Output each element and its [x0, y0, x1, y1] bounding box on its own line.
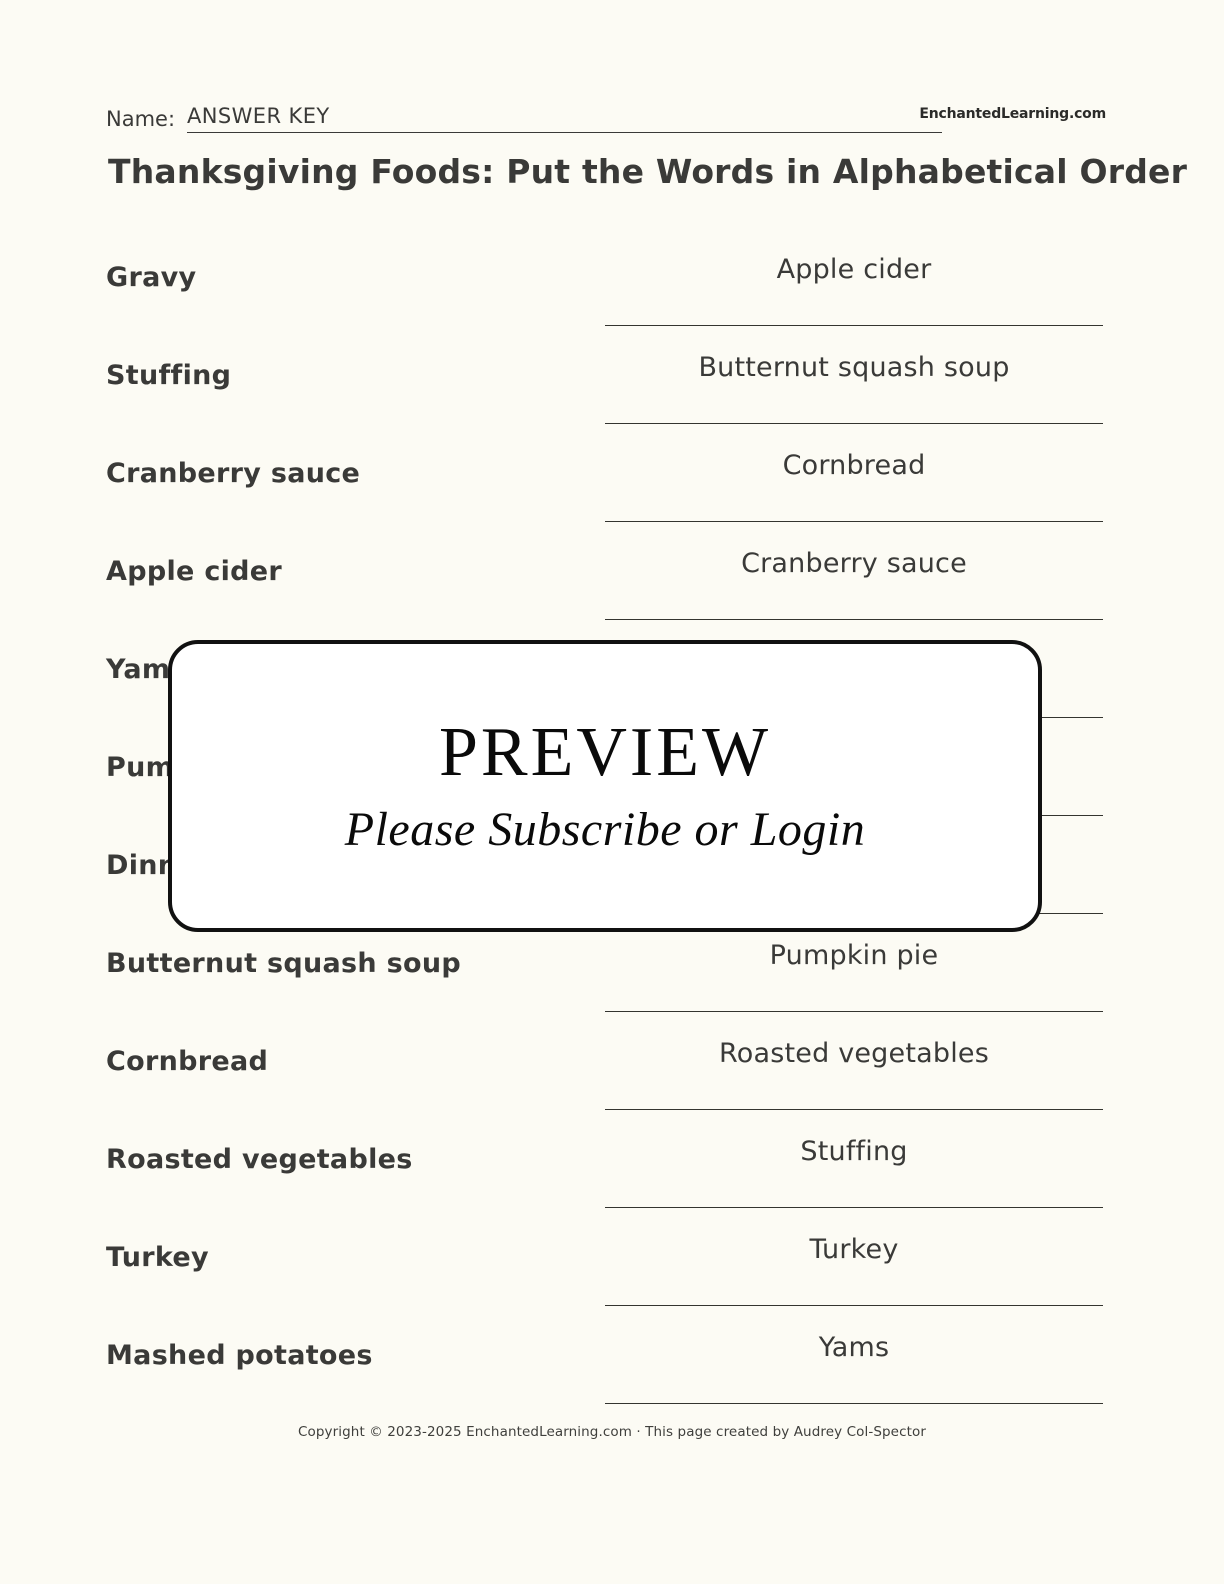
name-label: Name:	[106, 107, 176, 131]
footer-copyright: Copyright © 2023-2025 EnchantedLearning.…	[297, 1424, 927, 1440]
answer-value: Butternut squash soup	[698, 352, 1010, 383]
word-label: Apple cider	[106, 555, 283, 587]
answer-line[interactable]: Butternut squash soup	[605, 326, 1103, 424]
answer-line[interactable]: Cornbread	[605, 424, 1103, 522]
table-row: Cornbread Roasted vegetables	[0, 1012, 1224, 1110]
answer-line[interactable]: Turkey	[605, 1208, 1103, 1306]
worksheet-page: Name: ANSWER KEY EnchantedLearning.com T…	[0, 0, 1224, 1584]
answer-value: Stuffing	[800, 1136, 908, 1167]
answer-value: Roasted vegetables	[719, 1038, 989, 1069]
answer-line[interactable]: Yams	[605, 1306, 1103, 1404]
word-list-item: Stuffing	[106, 326, 576, 424]
preview-overlay[interactable]: PREVIEW Please Subscribe or Login	[168, 640, 1042, 932]
answer-value: Cornbread	[782, 450, 926, 481]
table-row: Gravy Apple cider	[0, 228, 1224, 326]
table-row: Cranberry sauce Cornbread	[0, 424, 1224, 522]
word-label: Cranberry sauce	[106, 457, 361, 489]
word-list-item: Turkey	[106, 1208, 576, 1306]
page-header: Name: ANSWER KEY EnchantedLearning.com	[106, 104, 1106, 144]
table-row: Mashed potatoes Yams	[0, 1306, 1224, 1404]
answer-value: Yams	[818, 1332, 890, 1363]
preview-title: PREVIEW	[438, 714, 772, 791]
answer-line[interactable]: Stuffing	[605, 1110, 1103, 1208]
brand-logo: EnchantedLearning.com	[919, 106, 1106, 122]
word-list-item: Cranberry sauce	[106, 424, 576, 522]
table-row: Roasted vegetables Stuffing	[0, 1110, 1224, 1208]
name-input[interactable]: ANSWER KEY	[187, 104, 942, 133]
word-list-item: Cornbread	[106, 1012, 576, 1110]
word-label: Butternut squash soup	[106, 947, 461, 979]
name-field-row: Name: ANSWER KEY	[106, 104, 942, 133]
word-label: Turkey	[106, 1241, 209, 1273]
word-label: Roasted vegetables	[106, 1143, 413, 1175]
word-list-item: Mashed potatoes	[106, 1306, 576, 1404]
answer-value: Cranberry sauce	[741, 548, 967, 579]
table-row: Turkey Turkey	[0, 1208, 1224, 1306]
answer-line[interactable]: Apple cider	[605, 228, 1103, 326]
word-list-item: Roasted vegetables	[106, 1110, 576, 1208]
table-row: Stuffing Butternut squash soup	[0, 326, 1224, 424]
answer-line[interactable]: Roasted vegetables	[605, 1012, 1103, 1110]
word-label: Cornbread	[106, 1045, 269, 1077]
table-row: Apple cider Cranberry sauce	[0, 522, 1224, 620]
preview-subtitle: Please Subscribe or Login	[344, 803, 866, 856]
answer-value: Apple cider	[776, 254, 932, 285]
word-list-item: Gravy	[106, 228, 576, 326]
name-value: ANSWER KEY	[187, 104, 330, 128]
word-label: Gravy	[106, 261, 197, 293]
word-label: Stuffing	[106, 359, 232, 391]
word-label: Mashed potatoes	[106, 1339, 373, 1371]
answer-line[interactable]: Cranberry sauce	[605, 522, 1103, 620]
answer-value: Turkey	[809, 1234, 899, 1265]
answer-value: Pumpkin pie	[769, 940, 939, 971]
page-title: Thanksgiving Foods: Put the Words in Alp…	[108, 152, 1188, 191]
word-list-item: Apple cider	[106, 522, 576, 620]
